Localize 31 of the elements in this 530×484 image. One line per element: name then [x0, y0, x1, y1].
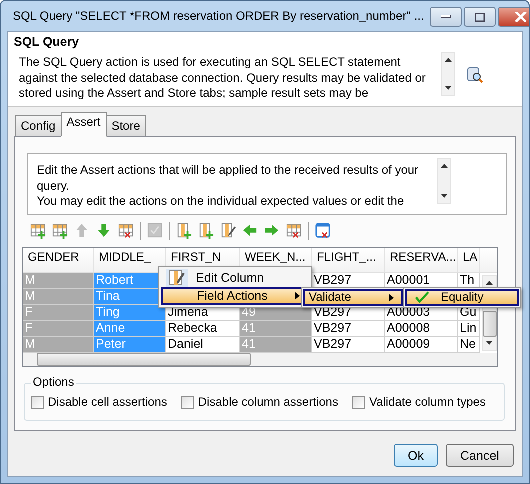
dialog-button[interactable]: Ok: [394, 444, 438, 467]
description-text: You may edit the actions on the individual expected values or edit the: [37, 194, 406, 210]
description-text: The SQL Query action is used for executing an SQL SELECT statement against the selected database connection. Query results may be validated or stored using the Assert and Store tabs; sample result sets may be: [18, 55, 427, 100]
checkbox[interactable]: Disable column assertions: [181, 395, 338, 409]
table-cell: A00008: [385, 320, 458, 337]
table-cell: Peter: [94, 336, 166, 353]
group-title: Options: [31, 375, 76, 389]
column-header[interactable]: RESERVA...: [385, 248, 458, 272]
table-cell: M: [23, 336, 94, 353]
window-title: SQL Query "SELECT *FROM reservation ORDER By reservation_number" ...: [13, 9, 424, 23]
table-cell: VB297: [312, 320, 385, 337]
tab[interactable]: Assert: [60, 112, 107, 137]
dialog-button[interactable]: Cancel: [446, 444, 514, 467]
tab[interactable]: Config: [15, 115, 62, 136]
table-cell: 41: [240, 336, 312, 353]
table-cell: 41: [240, 320, 312, 337]
table-cell: F: [23, 304, 94, 321]
description-text: Edit the Assert actions that will be applied to the received results of your query.: [37, 163, 420, 194]
table-cell: Lin: [458, 320, 480, 337]
tab[interactable]: Store: [106, 115, 146, 136]
checkbox[interactable]: Validate column types: [352, 395, 486, 409]
column-header[interactable]: LA: [458, 248, 480, 272]
table-cell: F: [23, 320, 94, 337]
table-cell: M: [23, 272, 94, 289]
menu-item[interactable]: Validate: [303, 289, 403, 306]
table-cell: Ting: [94, 304, 166, 321]
section-title: SQL Query: [14, 35, 80, 49]
table-cell: M: [23, 288, 94, 305]
table-cell: Anne: [94, 320, 166, 337]
menu-item[interactable]: Equality: [405, 289, 519, 306]
checkbox[interactable]: Disable cell assertions: [31, 395, 168, 409]
